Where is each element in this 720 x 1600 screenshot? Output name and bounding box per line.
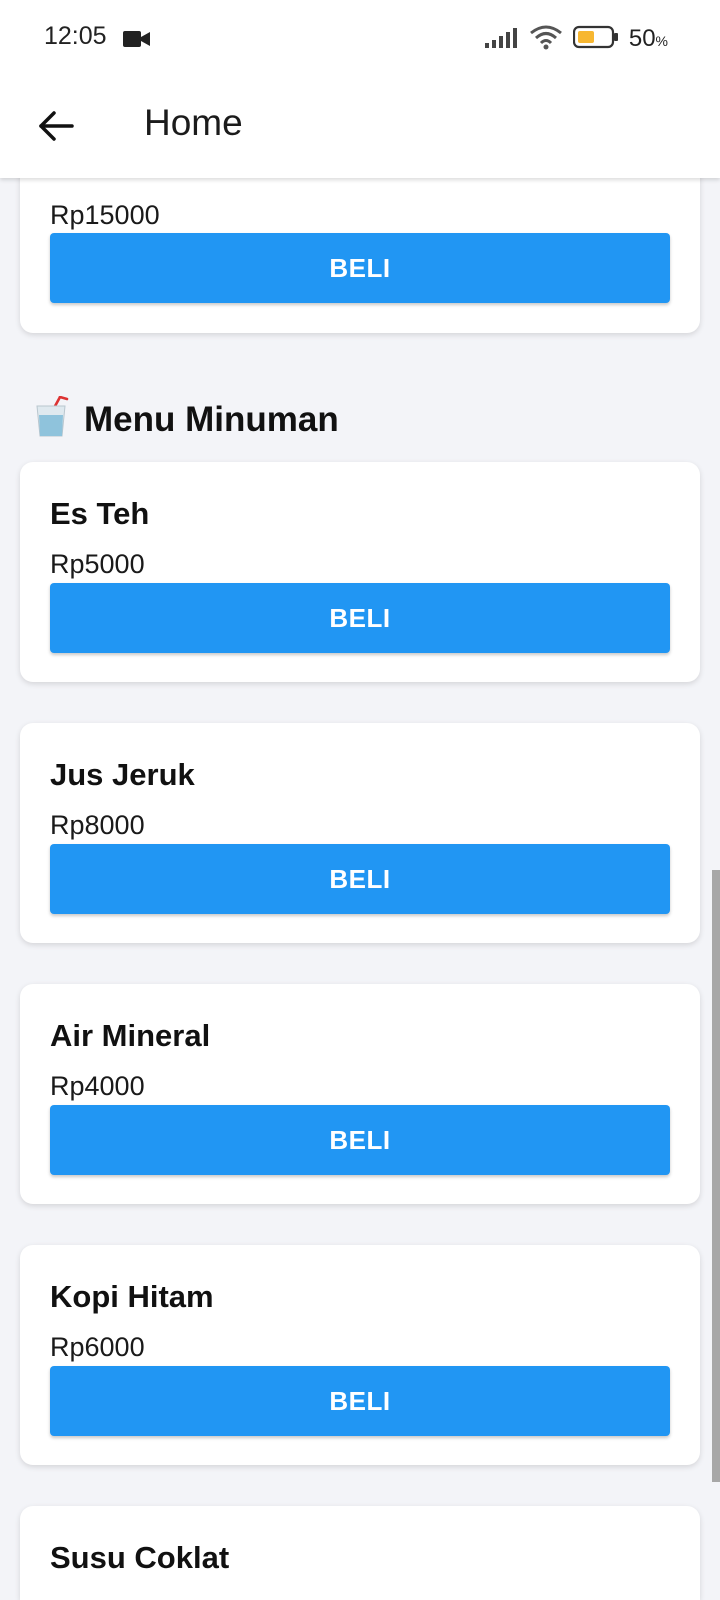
item-name: Jus Jeruk: [50, 757, 195, 792]
scrollbar[interactable]: [712, 870, 720, 1482]
buy-button[interactable]: BELI: [50, 844, 670, 914]
battery-icon: [572, 25, 619, 54]
buy-button[interactable]: BELI: [50, 1105, 670, 1175]
item-price: Rp15000: [50, 200, 160, 230]
item-price: Rp4000: [50, 1071, 145, 1101]
section-header: Menu Minuman: [34, 395, 339, 443]
video-recording-icon: [123, 29, 151, 54]
back-button[interactable]: [28, 98, 84, 154]
buy-button[interactable]: BELI: [50, 233, 670, 303]
status-icons: 50%: [484, 24, 668, 55]
menu-item-card: Susu Coklat: [20, 1506, 700, 1600]
battery-percent: 50%: [628, 25, 668, 52]
wifi-icon: [529, 24, 563, 55]
section-title: Menu Minuman: [84, 399, 339, 439]
arrow-back-icon: [39, 111, 74, 141]
page-title: Home: [144, 102, 243, 143]
item-name: Es Teh: [50, 496, 150, 531]
item-name: Air Mineral: [50, 1018, 211, 1053]
status-time: 12:05: [44, 22, 107, 50]
status-bar: 12:05 50%: [0, 0, 720, 78]
buy-button[interactable]: BELI: [50, 1366, 670, 1436]
item-price: Rp8000: [50, 810, 145, 840]
drink-cup-icon: [34, 395, 70, 443]
signal-icon: [484, 26, 519, 53]
item-price: Rp6000: [50, 1332, 145, 1362]
menu-item-card: Jus Jeruk Rp8000 BELI: [20, 723, 700, 943]
item-price: Rp5000: [50, 549, 145, 579]
item-name: Susu Coklat: [50, 1540, 230, 1575]
menu-item-card: Air Mineral Rp4000 BELI: [20, 984, 700, 1204]
item-name: Kopi Hitam: [50, 1279, 214, 1314]
menu-list[interactable]: Rp15000 BELI Menu Minuman Es Teh Rp5000 …: [0, 0, 720, 1600]
buy-button[interactable]: BELI: [50, 583, 670, 653]
menu-item-card: Kopi Hitam Rp6000 BELI: [20, 1245, 700, 1465]
menu-item-card: Es Teh Rp5000 BELI: [20, 462, 700, 682]
app-bar: Home: [0, 78, 720, 178]
